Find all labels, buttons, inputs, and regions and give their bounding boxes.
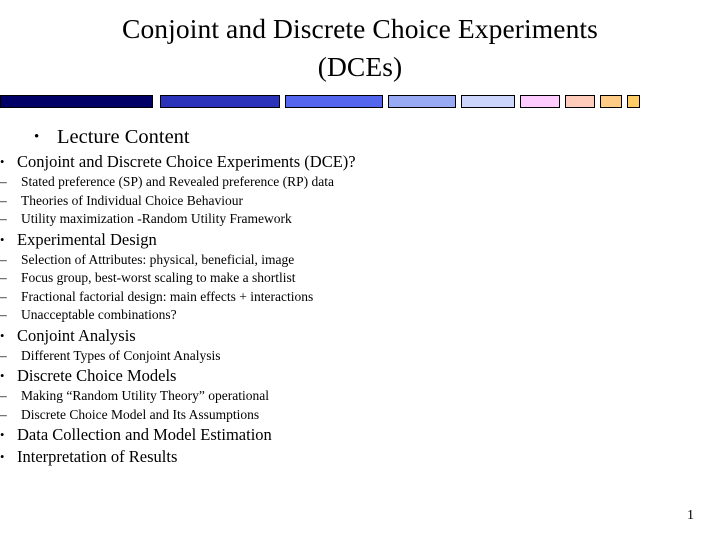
dash-marker-icon: – xyxy=(0,307,7,322)
outline-item-label: Selection of Attributes: physical, benef… xyxy=(21,251,295,267)
decorative-color-bar xyxy=(0,95,720,109)
title-line-2: (DCEs) xyxy=(317,51,403,82)
outline-item-label: Data Collection and Model Estimation xyxy=(17,425,272,444)
dash-marker-icon: – xyxy=(0,174,7,189)
outline-item-level-2: • Discrete Choice Models xyxy=(0,365,720,387)
outline-item-label: Conjoint Analysis xyxy=(17,325,136,345)
outline-level-3: – Different Types of Conjoint Analysis xyxy=(0,347,720,366)
color-bar-segment-navy xyxy=(0,95,153,108)
outline-item-level-3: – Discrete Choice Model and Its Assumptio… xyxy=(0,406,720,425)
dash-marker-icon: – xyxy=(0,347,7,363)
slide-body: • Lecture Content • Conjoint and Discrete C… xyxy=(0,124,720,468)
bullet-marker-icon: • xyxy=(0,450,5,464)
color-bar-segment-peach xyxy=(565,95,595,108)
outline-level-2: • Conjoint and Discrete Choice Experiment… xyxy=(0,151,720,468)
outline-item-label: Theories of Individual Choice Behaviour xyxy=(21,192,243,208)
outline-item-label: Discrete Choice Model and Its Assumption… xyxy=(21,406,260,422)
page-number: 1 xyxy=(687,508,694,523)
title-line-1: Conjoint and Discrete Choice Experiments xyxy=(122,13,598,44)
outline-item-level-3: – Fractional factorial design: main effec… xyxy=(0,288,720,307)
outline-item-level-2: • Data Collection and Model Estimation xyxy=(0,424,720,446)
outline-item-label: Discrete Choice Models xyxy=(17,366,177,385)
bullet-marker-icon: • xyxy=(34,129,40,145)
bullet-marker-icon: • xyxy=(0,428,5,442)
outline-item-level-3: – Focus group, best-worst scaling to make… xyxy=(0,269,720,288)
outline-item-label: Unacceptable combinations? xyxy=(21,307,177,322)
slide: Conjoint and Discrete Choice Experiments… xyxy=(0,0,720,540)
outline-item-level-3: – Different Types of Conjoint Analysis xyxy=(0,347,720,366)
outline-item-label: Making “Random Utility Theory” operation… xyxy=(21,388,269,403)
color-bar-segment-pink xyxy=(520,95,560,108)
bullet-marker-icon: • xyxy=(0,369,5,383)
outline-item-label: Different Types of Conjoint Analysis xyxy=(21,347,221,363)
outline-item-level-2: • Conjoint Analysis xyxy=(0,325,720,347)
dash-marker-icon: – xyxy=(0,388,7,403)
color-bar-segment-pale-lavender xyxy=(461,95,515,108)
outline-item-level-3: – Utility maximization -Random Utility Fr… xyxy=(0,210,720,229)
outline-item-label: Experimental Design xyxy=(17,229,157,249)
outline-item-level-3: – Making “Random Utility Theory” operatio… xyxy=(0,387,720,406)
dash-marker-icon: – xyxy=(0,192,7,208)
dash-marker-icon: – xyxy=(0,406,7,422)
bullet-marker-icon: • xyxy=(0,155,5,169)
color-bar-segment-dark-blue xyxy=(160,95,280,108)
color-bar-segment-orange xyxy=(627,95,640,108)
dash-marker-icon: – xyxy=(0,288,7,304)
dash-marker-icon: – xyxy=(0,251,7,267)
outline-item-label: Focus group, best-worst scaling to make … xyxy=(21,270,296,285)
outline-level-3: – Making “Random Utility Theory” operatio… xyxy=(0,387,720,424)
color-bar-segment-light-orange xyxy=(600,95,622,108)
outline-item-level-3: – Stated preference (SP) and Revealed pre… xyxy=(0,173,720,192)
outline-item-label: Stated preference (SP) and Revealed pref… xyxy=(21,174,334,189)
outline-level-1: • Lecture Content • Conjoint and Discrete C… xyxy=(0,124,720,468)
outline-item-level-2: • Interpretation of Results xyxy=(0,446,720,468)
color-bar-segment-light-blue xyxy=(388,95,456,108)
outline-item-label: Interpretation of Results xyxy=(17,447,178,466)
slide-title: Conjoint and Discrete Choice Experiments… xyxy=(0,10,720,86)
outline-item-label: Utility maximization -Random Utility Fra… xyxy=(21,211,292,226)
outline-item-level-1: • Lecture Content xyxy=(34,124,720,151)
outline-item-level-2: • Conjoint and Discrete Choice Experiment… xyxy=(0,151,720,173)
bullet-marker-icon: • xyxy=(0,232,5,247)
outline-level-3: – Stated preference (SP) and Revealed pre… xyxy=(0,173,720,229)
outline-item-level-3: – Unacceptable combinations? xyxy=(0,306,720,325)
outline-level-3: – Selection of Attributes: physical, bene… xyxy=(0,251,720,325)
dash-marker-icon: – xyxy=(0,211,7,226)
outline-item-level-3: – Theories of Individual Choice Behaviour xyxy=(0,192,720,211)
outline-item-label: Conjoint and Discrete Choice Experiments… xyxy=(17,152,356,171)
outline-item-level-3: – Selection of Attributes: physical, bene… xyxy=(0,251,720,270)
bullet-marker-icon: • xyxy=(0,328,5,343)
outline-item-label: Lecture Content xyxy=(57,126,190,148)
outline-item-level-2: • Experimental Design xyxy=(0,229,720,251)
dash-marker-icon: – xyxy=(0,270,7,285)
color-bar-segment-medium-blue xyxy=(285,95,383,108)
outline-item-label: Fractional factorial design: main effect… xyxy=(21,288,314,304)
